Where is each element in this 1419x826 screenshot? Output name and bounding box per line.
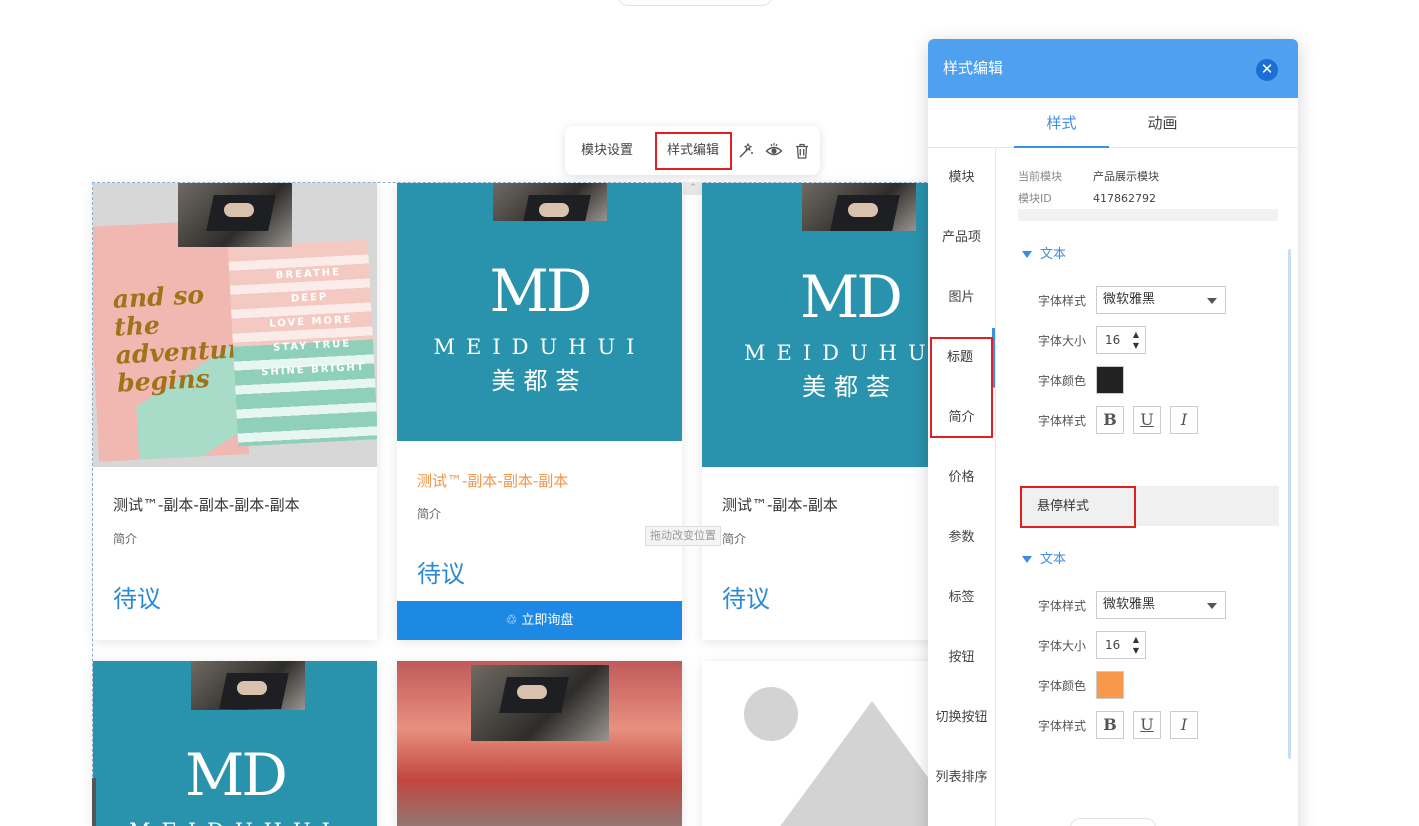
style-editor-panel: 样式编辑 ✕ 样式 动画 模块 产品项 图片 标题 简介 价格 参数 标签 按钮… — [928, 39, 1298, 826]
magic-wand-icon[interactable] — [732, 132, 760, 170]
sidebar-item-params[interactable]: 参数 — [928, 508, 995, 568]
sidebar-item-image[interactable]: 图片 — [928, 268, 995, 328]
hover-font-family-select[interactable]: 微软雅黑 — [1096, 591, 1226, 619]
sidebar-item-list-sort[interactable]: 列表排序 — [928, 748, 995, 808]
book-cover-image: and so the adventure begins — [93, 219, 250, 462]
top-pill-button[interactable] — [618, 0, 772, 6]
hover-text-section-toggle[interactable]: 文本 — [1022, 548, 1066, 567]
trash-icon[interactable] — [788, 132, 816, 170]
product-title[interactable]: 测试™-副本-副本 — [722, 494, 838, 515]
italic-button[interactable]: I — [1170, 406, 1198, 434]
bold-button[interactable]: B — [1096, 406, 1124, 434]
product-card[interactable] — [397, 661, 682, 826]
user-plus-icon: ♲ — [505, 613, 522, 628]
hover-font-family-field: 字体样式 微软雅黑 — [1038, 591, 1226, 619]
panel-scrollbar[interactable] — [1288, 249, 1291, 759]
product-image[interactable]: and so the adventure begins BREATHE DEEP… — [93, 183, 377, 467]
product-price: 待议 — [113, 585, 161, 613]
hover-font-size-stepper[interactable]: 16 ▲ ▼ — [1096, 631, 1146, 659]
collapse-handle-icon[interactable]: ⌃ — [683, 182, 703, 195]
tab-style[interactable]: 样式 — [1014, 98, 1109, 148]
book-script-text: and so the adventure begins — [112, 280, 250, 398]
hover-style-label[interactable]: 悬停样式 — [1020, 486, 1136, 528]
product-desc: 简介 — [113, 532, 138, 546]
meta-value: 417862792 — [1093, 192, 1156, 205]
sidebar-item-price[interactable]: 价格 — [928, 448, 995, 508]
caret-down-icon — [1022, 556, 1032, 563]
laptop-thumbnail — [178, 183, 292, 247]
sidebar-item-switch-button[interactable]: 切换按钮 — [928, 688, 995, 748]
font-color-swatch[interactable] — [1096, 366, 1124, 394]
product-title[interactable]: 测试™-副本-副本-副本-副本 — [113, 494, 300, 515]
sidebar-item-button[interactable]: 按钮 — [928, 628, 995, 688]
style-edit-button[interactable]: 样式编辑 — [655, 131, 732, 170]
meta-key: 模块ID — [1018, 192, 1052, 205]
module-toolbar: 模块设置 样式编辑 — [565, 126, 820, 175]
product-desc: 简介 — [417, 507, 442, 521]
font-size-field: 字体大小 16 ▲ ▼ — [1038, 326, 1146, 354]
hover-font-format-field: 字体样式 B U I — [1038, 711, 1207, 739]
sidebar-highlight-frame — [930, 337, 993, 438]
panel-tabs: 样式 动画 — [928, 98, 1298, 148]
scroll-indicator[interactable] — [92, 778, 96, 826]
product-desc: 简介 — [722, 532, 747, 546]
laptop-thumbnail — [493, 183, 607, 221]
panel-bottom-button[interactable] — [1070, 818, 1156, 826]
product-image[interactable]: MD MEIDUHUI 美都荟 — [397, 183, 682, 441]
meta-key: 当前模块 — [1018, 170, 1062, 183]
hover-underline-button[interactable]: U — [1133, 711, 1161, 739]
caret-down-icon — [1022, 251, 1032, 258]
font-family-select[interactable]: 微软雅黑 — [1096, 286, 1226, 314]
close-icon[interactable]: ✕ — [1256, 59, 1278, 81]
font-size-stepper[interactable]: 16 ▲ ▼ — [1096, 326, 1146, 354]
tree-photo[interactable] — [397, 661, 682, 826]
product-card[interactable]: MD MEIDUHUI 美都荟 测试™-副本-副本-副本 简介 待议 ♲ 立即询… — [397, 183, 682, 640]
product-price: 待议 — [417, 560, 465, 588]
hover-font-color-field: 字体颜色 — [1038, 671, 1124, 699]
book-stripes-image: BREATHE DEEP LOVE MORE STAY TRUE SHINE B… — [227, 239, 377, 447]
laptop-thumbnail — [191, 661, 305, 710]
product-image[interactable]: MD MEIDUHUI — [93, 661, 377, 826]
sidebar-item-module[interactable]: 模块 — [928, 148, 995, 208]
laptop-thumbnail — [471, 665, 609, 741]
hover-style-header: 悬停样式 — [1020, 486, 1279, 528]
panel-title: 样式编辑 — [943, 59, 1004, 77]
tab-animation[interactable]: 动画 — [1115, 98, 1210, 148]
hover-font-color-swatch[interactable] — [1096, 671, 1124, 699]
hover-italic-button[interactable]: I — [1170, 711, 1198, 739]
panel-header: 样式编辑 ✕ — [928, 39, 1298, 98]
drag-tooltip: 拖动改变位置 — [645, 526, 721, 546]
laptop-thumbnail — [802, 183, 916, 231]
product-card[interactable]: MD MEIDUHUI — [93, 661, 377, 826]
sidebar-item-product[interactable]: 产品项 — [928, 208, 995, 268]
eye-icon[interactable] — [760, 132, 788, 170]
font-family-field: 字体样式 微软雅黑 — [1038, 286, 1226, 314]
meiduhui-logo: MD MEIDUHUI 美都荟 — [433, 257, 646, 395]
product-price: 待议 — [722, 585, 770, 613]
module-settings-button[interactable]: 模块设置 — [581, 132, 651, 170]
meiduhui-logo: MD MEIDUHUI — [129, 741, 330, 826]
sidebar-item-tags[interactable]: 标签 — [928, 568, 995, 628]
meta-value: 产品展示模块 — [1093, 170, 1159, 183]
module-meta: 当前模块 产品展示模块 模块ID 417862792 — [1018, 166, 1278, 221]
underline-button[interactable]: U — [1133, 406, 1161, 434]
book-stripe-words: BREATHE DEEP LOVE MORE STAY TRUE SHINE B… — [260, 266, 366, 379]
font-format-field: 字体样式 B U I — [1038, 406, 1207, 434]
inquiry-button[interactable]: ♲ 立即询盘 — [397, 601, 682, 640]
hover-bold-button[interactable]: B — [1096, 711, 1124, 739]
product-title[interactable]: 测试™-副本-副本-副本 — [417, 470, 568, 491]
font-color-field: 字体颜色 — [1038, 366, 1124, 394]
page-canvas: 模块设置 样式编辑 ⌃ and so the adventure begins … — [0, 0, 1419, 826]
hover-font-size-field: 字体大小 16 ▲ ▼ — [1038, 631, 1146, 659]
style-category-sidebar: 模块 产品项 图片 标题 简介 价格 参数 标签 按钮 切换按钮 列表排序 — [928, 148, 996, 826]
product-card[interactable]: and so the adventure begins BREATHE DEEP… — [93, 183, 377, 640]
text-section-toggle[interactable]: 文本 — [1022, 243, 1066, 262]
